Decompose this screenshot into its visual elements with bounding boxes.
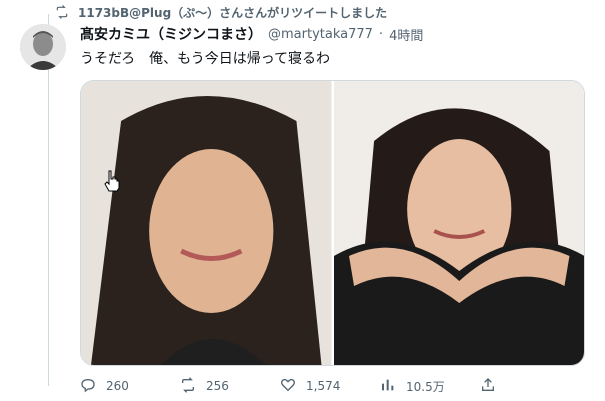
separator-dot: ·: [378, 26, 384, 42]
like-count: 1,574: [306, 379, 341, 393]
bar-chart-icon: [380, 377, 396, 396]
views-count: 10.5万: [406, 379, 445, 394]
like-button[interactable]: 1,574: [280, 377, 380, 396]
reply-icon: [80, 377, 96, 396]
retweet-icon: [180, 376, 196, 396]
retweet-icon: [54, 4, 70, 20]
retweet-button[interactable]: 256: [180, 376, 280, 396]
reply-button[interactable]: 260: [80, 377, 180, 396]
retweet-count: 256: [206, 379, 229, 393]
user-handle[interactable]: @martytaka777: [268, 27, 373, 42]
tweet-header: 髙安カミユ（ミジンコまさ） @martytaka777 · 4時間: [80, 24, 423, 44]
media-grid: [80, 80, 585, 366]
retweet-header: 1173bB@Plug（ぷ〜）さんさんがリツイートしました: [54, 4, 387, 20]
share-button[interactable]: [480, 377, 580, 396]
tweet-text: うそだろ 俺、もう今日は帰って寝るわ: [80, 51, 331, 67]
timestamp[interactable]: 4時間: [389, 25, 423, 44]
heart-icon: [280, 377, 296, 396]
tweet-actions: 260 256 1,574 10.5万: [80, 372, 580, 400]
avatar[interactable]: [20, 24, 66, 70]
retweet-label[interactable]: 1173bB@Plug（ぷ〜）さんさんがリツイートしました: [78, 4, 387, 21]
photo-left[interactable]: [81, 81, 332, 365]
views-button[interactable]: 10.5万: [380, 377, 480, 396]
display-name[interactable]: 髙安カミユ（ミジンコまさ）: [80, 24, 262, 44]
thread-line: [48, 14, 49, 386]
photo-right[interactable]: [333, 81, 584, 365]
hand-cursor-icon: [104, 170, 120, 196]
reply-count: 260: [106, 379, 129, 393]
share-icon: [480, 377, 496, 396]
